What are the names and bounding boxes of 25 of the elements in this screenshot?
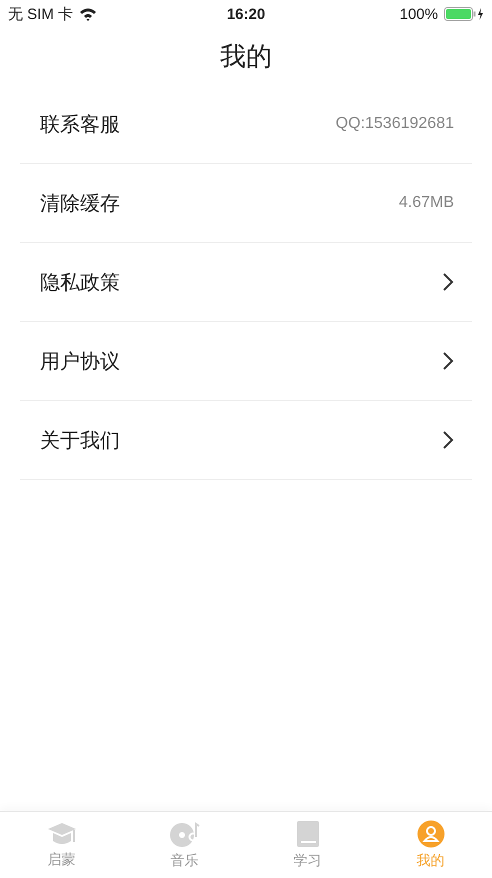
settings-row[interactable]: 隐私政策 — [20, 243, 472, 322]
chevron-right-icon — [442, 272, 454, 292]
row-label: 联系客服 — [40, 110, 120, 138]
user-icon — [416, 820, 444, 848]
settings-row[interactable]: 关于我们 — [20, 401, 472, 480]
charging-battery-icon — [444, 7, 484, 21]
battery-percent: 100% — [400, 6, 438, 22]
page-title: 我的 — [220, 41, 272, 74]
row-label: 隐私政策 — [40, 268, 120, 296]
settings-row[interactable]: 联系客服 QQ:1536192681 — [20, 85, 472, 164]
settings-row[interactable]: 用户协议 — [20, 322, 472, 401]
wifi-icon — [79, 7, 98, 21]
row-label: 关于我们 — [40, 426, 120, 454]
chevron-right-icon — [442, 430, 454, 450]
row-value: QQ:1536192681 — [336, 115, 454, 133]
row-value: 4.67MB — [398, 194, 454, 212]
row-label: 用户协议 — [40, 348, 120, 374]
music-disc-icon — [168, 820, 200, 848]
clock-time: 16:20 — [226, 6, 266, 22]
carrier-label: 无 SIM 卡 — [8, 4, 74, 24]
settings-row[interactable]: 清除缓存 4.67MB — [20, 164, 472, 243]
graduation-cap-icon — [46, 821, 76, 847]
row-label: 清除缓存 — [40, 190, 120, 216]
book-icon — [294, 820, 320, 848]
chevron-right-icon — [442, 351, 454, 371]
